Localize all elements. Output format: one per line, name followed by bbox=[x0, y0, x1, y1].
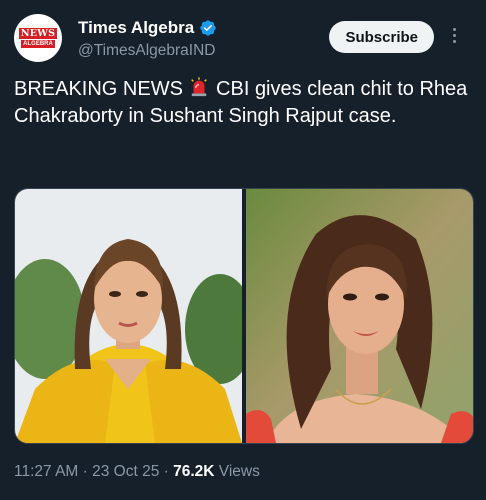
tweet-time[interactable]: 11:27 AM bbox=[14, 463, 78, 480]
account-names: Times Algebra @TimesAlgebraIND bbox=[78, 17, 217, 62]
views-label: Views bbox=[214, 463, 260, 480]
photo-right[interactable] bbox=[246, 189, 473, 443]
tweet-meta: 11:27 AM · 23 Oct 25 · 76.2K Views bbox=[14, 462, 260, 482]
meta-separator: · bbox=[159, 463, 174, 480]
account-handle[interactable]: @TimesAlgebraIND bbox=[78, 40, 217, 62]
logo-text-bottom: ALGEBRA bbox=[21, 40, 55, 48]
tweet-text: BREAKING NEWS CBI gives clean chit to Rh… bbox=[14, 76, 474, 130]
tweet-text-part-1: BREAKING NEWS bbox=[14, 78, 189, 100]
media-grid[interactable] bbox=[14, 188, 474, 444]
photo-left[interactable] bbox=[15, 189, 242, 443]
display-name-row[interactable]: Times Algebra bbox=[78, 17, 217, 39]
verified-badge-icon bbox=[200, 20, 216, 36]
photo-right-image bbox=[246, 189, 473, 443]
avatar[interactable]: NEWS ALGEBRA bbox=[14, 14, 62, 62]
logo-text-top: NEWS bbox=[18, 28, 58, 39]
police-light-icon bbox=[191, 77, 208, 97]
photo-left-image bbox=[15, 189, 242, 443]
subscribe-button[interactable]: Subscribe bbox=[329, 21, 434, 53]
display-name[interactable]: Times Algebra bbox=[78, 17, 194, 39]
tweet-date[interactable]: 23 Oct 25 bbox=[92, 463, 159, 480]
views-count[interactable]: 76.2K bbox=[173, 463, 214, 480]
meta-separator: · bbox=[78, 463, 93, 480]
more-options-icon[interactable] bbox=[444, 25, 464, 49]
tweet-header: NEWS ALGEBRA Times Algebra @TimesAlgebra… bbox=[14, 14, 472, 64]
news-algebra-logo: NEWS ALGEBRA bbox=[18, 20, 58, 56]
